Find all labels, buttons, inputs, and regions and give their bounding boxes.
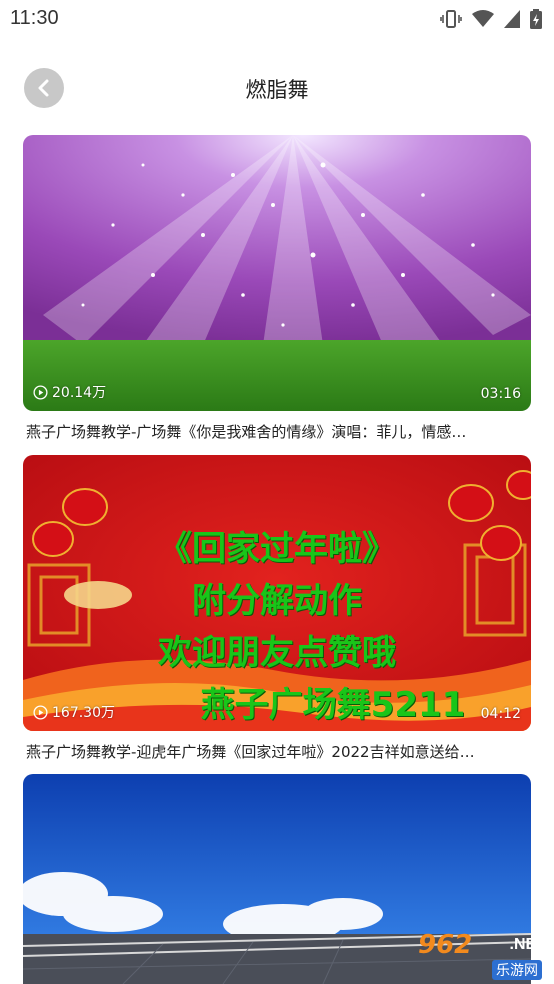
overlay-line-2: 附分解动作: [192, 581, 362, 621]
watermark-site: 乐游网: [492, 960, 542, 980]
video-thumbnail[interactable]: 《回家过年啦》 附分解动作 欢迎朋友点赞哦 燕子广场舞5211 167.30万 …: [23, 455, 531, 731]
overlay-line-3: 欢迎朋友点赞哦: [158, 633, 396, 673]
signal-icon: [504, 10, 520, 28]
battery-charging-icon: [530, 9, 542, 29]
play-circle-icon: [33, 704, 48, 720]
wifi-icon: [472, 10, 494, 28]
video-title[interactable]: 燕子广场舞教学-迎虎年广场舞《回家过年啦》2022吉祥如意送给…: [23, 741, 523, 762]
overlay-line-1: 《回家过年啦》: [158, 529, 396, 569]
watermark-number: 962: [418, 930, 473, 960]
vibrate-icon: [440, 9, 462, 29]
video-duration: 03:16: [480, 386, 521, 402]
video-title[interactable]: 燕子广场舞教学-广场舞《你是我难舍的情缘》演唱：菲儿，情感…: [23, 421, 523, 442]
video-thumbnail[interactable]: 20.14万 03:16: [23, 135, 531, 411]
header: 燃脂舞: [0, 38, 554, 134]
view-count-value: 20.14万: [52, 385, 107, 401]
play-circle-icon: [33, 384, 48, 400]
watermark-logo: 962 .NET 乐游网: [414, 930, 548, 980]
page-title: 燃脂舞: [245, 78, 309, 102]
overlay-line-4: 燕子广场舞5211: [200, 685, 466, 725]
thumbnail-image: [23, 135, 531, 411]
view-count-value: 167.30万: [52, 705, 115, 721]
status-bar: 11:30: [0, 0, 554, 38]
view-count: 167.30万: [33, 702, 115, 722]
view-count: 20.14万: [33, 382, 106, 402]
status-icons: [440, 8, 542, 30]
video-duration: 04:12: [480, 706, 521, 722]
video-card[interactable]: 《回家过年啦》 附分解动作 欢迎朋友点赞哦 燕子广场舞5211 167.30万 …: [23, 455, 531, 762]
watermark-suffix: .NET: [509, 936, 546, 953]
status-time: 11:30: [10, 7, 59, 29]
video-card[interactable]: 20.14万 03:16 燕子广场舞教学-广场舞《你是我难舍的情缘》演唱：菲儿，…: [23, 135, 531, 442]
